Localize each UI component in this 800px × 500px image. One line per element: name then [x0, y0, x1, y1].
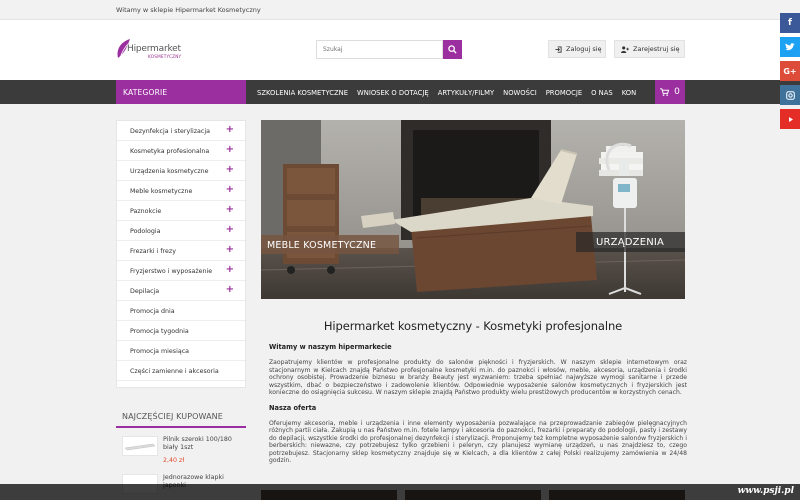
offer-paragraph: Oferujemy akcesoria, meble i urządzenia … [269, 419, 687, 465]
main-nav: KATEGORIE SZKOLENIA KOSMETYCZNE WNIOSEK … [0, 80, 800, 104]
expand-plus-icon[interactable]: + [226, 165, 234, 175]
google-plus-icon[interactable]: G+ [780, 61, 800, 81]
youtube-icon[interactable] [780, 109, 800, 129]
cart-icon [660, 88, 670, 96]
sidebar-item-label: Kosmetyka profesionalna [130, 148, 210, 155]
category-sidebar: Dezynfekcja i sterylizacja + Kosmetyka pr… [116, 120, 246, 388]
nav-item-promocje[interactable]: PROMOCJE [546, 80, 582, 104]
sidebar-item-label: Paznokcie [130, 208, 162, 215]
top-bar: Witamy w sklepie Hipermarket Kosmetyczny [0, 0, 800, 20]
nav-menu: SZKOLENIA KOSMETYCZNE WNIOSEK O DOTACJĘ … [257, 80, 645, 104]
expand-plus-icon[interactable]: + [226, 145, 234, 155]
add-user-icon [621, 45, 629, 53]
register-label: Zarejestruj się [633, 45, 680, 53]
facebook-icon[interactable]: f [780, 13, 800, 33]
expand-plus-icon[interactable]: + [226, 265, 234, 275]
social-bar: f G+ [780, 13, 800, 133]
welcome-paragraph: Zaopatrujemy klientów w profesjonalne pr… [269, 359, 687, 396]
expand-plus-icon[interactable]: + [226, 205, 234, 215]
sidebar-item-urzadzenia[interactable]: Urządzenia kosmetyczne + [117, 161, 245, 181]
expand-plus-icon[interactable]: + [226, 185, 234, 195]
sidebar-item-depilacja[interactable]: Depilacja + [117, 281, 245, 301]
banner-label-meble[interactable]: MEBLE KOSMETYCZNE [261, 235, 399, 254]
login-icon [555, 45, 562, 53]
header: Hipermarket KOSMETYCZNY Zaloguj się Zare… [0, 20, 800, 80]
product-price: 2,40 zł [163, 457, 185, 464]
logo-tagline: KOSMETYCZNY [148, 54, 182, 59]
sidebar-item-czesci[interactable]: Części zamienne i akcesoria [117, 361, 245, 381]
sidebar-item-label: Fryzjerstwo i wyposażenie [130, 268, 213, 275]
register-button[interactable]: Zarejestruj się [614, 40, 685, 58]
sidebar-item-kosmetyka[interactable]: Kosmetyka profesionalna + [117, 141, 245, 161]
welcome-heading: Witamy w naszym hipermarkecie [269, 343, 392, 351]
sidebar-item-fryzjerstwo[interactable]: Fryzjerstwo i wyposażenie + [117, 261, 245, 281]
search-icon [448, 45, 457, 54]
sidebar-item-label: Promocja miesiąca [130, 348, 190, 355]
cart-count: 0 [674, 87, 680, 97]
banner-photo [261, 120, 685, 299]
sidebar-item-label: Meble kosmetyczne [130, 188, 193, 195]
nav-item-szkolenia[interactable]: SZKOLENIA KOSMETYCZNE [257, 80, 348, 104]
expand-plus-icon[interactable]: + [226, 125, 234, 135]
expand-plus-icon[interactable]: + [226, 285, 234, 295]
banner-label-urzadzenia[interactable]: URZĄDZENIA [576, 232, 685, 252]
nav-item-o-nas[interactable]: O NAS [591, 80, 613, 104]
hero-banner[interactable]: MEBLE KOSMETYCZNE URZĄDZENIA [261, 120, 685, 299]
welcome-text: Witamy w sklepie Hipermarket Kosmetyczny [116, 6, 261, 14]
watermark-text: www.psji.pl [737, 486, 794, 496]
product-image[interactable] [122, 436, 158, 456]
banner-label-meble-b: KOSMETYCZNE [300, 240, 377, 251]
sidebar-item-label: Promocja tygodnia [130, 328, 189, 335]
product-card[interactable]: Pilnik szeroki 100/180 biały 1szt 2,40 z… [116, 428, 246, 466]
login-label: Zaloguj się [566, 45, 602, 53]
sidebar-item-label: Promocja dnia [130, 308, 175, 315]
sidebar-item-promocja-miesiaca[interactable]: Promocja miesiąca [117, 341, 245, 361]
page-title: Hipermarket kosmetyczny - Kosmetyki prof… [323, 319, 623, 333]
offer-heading: Nasza oferta [269, 403, 317, 412]
search-box [316, 40, 462, 59]
sidebar-item-meble[interactable]: Meble kosmetyczne + [117, 181, 245, 201]
cart-button[interactable]: 0 [655, 80, 685, 104]
sidebar-item-promocja-dnia[interactable]: Promocja dnia [117, 301, 245, 321]
banner-label-meble-a: MEBLE [267, 240, 301, 251]
product-name[interactable]: Pilnik szeroki 100/180 biały 1szt [163, 436, 243, 452]
login-button[interactable]: Zaloguj się [548, 40, 606, 58]
popular-heading: NAJCZĘŚCIEJ KUPOWANE [116, 404, 246, 428]
sidebar-item-label: Depilacja [130, 288, 160, 295]
nav-item-kontakt[interactable]: KON [622, 80, 637, 104]
nav-item-wniosek[interactable]: WNIOSEK O DOTACJĘ [357, 80, 429, 104]
sidebar-item-label: Dezynfekcja i sterylizacja [130, 128, 210, 135]
sidebar-item-promocja-tygodnia[interactable]: Promocja tygodnia [117, 321, 245, 341]
twitter-icon[interactable] [780, 37, 800, 57]
expand-plus-icon[interactable]: + [226, 225, 234, 235]
sidebar-item-dezynfekcja[interactable]: Dezynfekcja i sterylizacja + [117, 121, 245, 141]
sidebar-item-label: Podologia [130, 228, 161, 235]
sidebar-item-frezarki[interactable]: Frezarki i frezy + [117, 241, 245, 261]
categories-tab[interactable]: KATEGORIE [116, 80, 246, 104]
watermark-bar: www.psji.pl [0, 484, 800, 500]
nav-item-nowosci[interactable]: NOWOŚCI [503, 80, 537, 104]
sidebar-item-label: Urządzenia kosmetyczne [130, 168, 209, 175]
search-input[interactable] [316, 40, 443, 59]
nav-item-artykuly[interactable]: ARTYKUŁY/FILMY [438, 80, 494, 104]
sidebar-item-podologia[interactable]: Podologia + [117, 221, 245, 241]
expand-plus-icon[interactable]: + [226, 245, 234, 255]
sidebar-item-paznokcie[interactable]: Paznokcie + [117, 201, 245, 221]
search-button[interactable] [443, 40, 462, 59]
instagram-icon[interactable] [780, 85, 800, 105]
main-content: Hipermarket kosmetyczny - Kosmetyki prof… [261, 308, 687, 472]
logo-name: Hipermarket [127, 44, 181, 54]
sidebar-item-label: Części zamienne i akcesoria [130, 368, 219, 375]
logo[interactable]: Hipermarket KOSMETYCZNY [116, 36, 186, 66]
sidebar-item-label: Frezarki i frezy [130, 248, 176, 255]
